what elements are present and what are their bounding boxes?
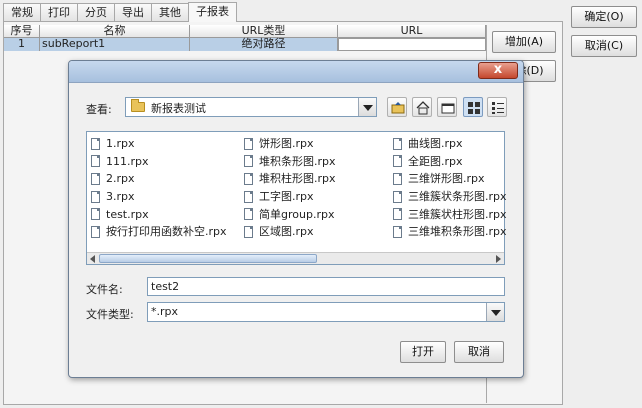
file-icon bbox=[91, 155, 100, 168]
list-item[interactable]: 堆积柱形图.rpx bbox=[244, 170, 336, 188]
file-icon bbox=[244, 137, 253, 150]
list-item[interactable]: 全距图.rpx bbox=[393, 153, 507, 171]
open-button[interactable]: 打开 bbox=[400, 341, 446, 363]
new-folder-icon bbox=[441, 103, 455, 114]
ok-button[interactable]: 确定(O) bbox=[571, 6, 637, 28]
look-in-label: 查看: bbox=[86, 103, 112, 116]
horizontal-scrollbar[interactable] bbox=[87, 252, 504, 264]
file-column-1: 1.rpx 111.rpx 2.rpx 3.rpx test.rpx 按行打印用… bbox=[91, 135, 227, 241]
list-item[interactable]: 堆积条形图.rpx bbox=[244, 153, 336, 171]
folder-icon bbox=[131, 99, 145, 112]
new-folder-button[interactable] bbox=[437, 97, 457, 117]
list-item[interactable]: 三维堆积条形图.rpx bbox=[393, 223, 507, 241]
list-item[interactable]: 区域图.rpx bbox=[244, 223, 336, 241]
file-icon bbox=[91, 208, 100, 221]
scroll-left-icon[interactable] bbox=[90, 255, 95, 263]
filetype-combo[interactable]: *.rpx bbox=[147, 302, 505, 322]
file-icon bbox=[91, 225, 100, 238]
tab-other[interactable]: 其他 bbox=[151, 3, 189, 22]
cell-name[interactable]: subReport1 bbox=[40, 38, 190, 51]
list-item[interactable]: 三维簇状条形图.rpx bbox=[393, 188, 507, 206]
file-icon bbox=[393, 155, 402, 168]
dialog-cancel-button[interactable]: 取消 bbox=[454, 341, 504, 363]
header-url[interactable]: URL bbox=[338, 25, 486, 38]
list-item[interactable]: 3.rpx bbox=[91, 188, 227, 206]
file-icon bbox=[244, 155, 253, 168]
cell-url-type[interactable]: 绝对路径 bbox=[190, 38, 338, 51]
table-row[interactable]: 1 subReport1 绝对路径 bbox=[4, 38, 486, 51]
look-in-value: 新报表测试 bbox=[151, 102, 206, 115]
list-item[interactable]: 饼形图.rpx bbox=[244, 135, 336, 153]
filetype-label: 文件类型: bbox=[86, 308, 134, 321]
tab-paging[interactable]: 分页 bbox=[77, 3, 115, 22]
file-icon bbox=[91, 190, 100, 203]
dialog-titlebar[interactable]: x bbox=[69, 61, 523, 83]
list-item[interactable]: 曲线图.rpx bbox=[393, 135, 507, 153]
home-icon bbox=[416, 101, 430, 115]
file-icon bbox=[393, 190, 402, 203]
up-folder-button[interactable] bbox=[387, 97, 407, 117]
list-item[interactable]: 简单group.rpx bbox=[244, 205, 336, 223]
close-icon[interactable]: x bbox=[478, 62, 518, 79]
tab-general[interactable]: 常规 bbox=[3, 3, 41, 22]
chevron-down-icon[interactable] bbox=[358, 98, 376, 116]
list-item[interactable]: 三维簇状柱形图.rpx bbox=[393, 205, 507, 223]
file-list[interactable]: 1.rpx 111.rpx 2.rpx 3.rpx test.rpx 按行打印用… bbox=[86, 131, 507, 265]
list-view-icon bbox=[468, 102, 480, 114]
tab-print[interactable]: 打印 bbox=[40, 3, 78, 22]
list-item[interactable]: 三维饼形图.rpx bbox=[393, 170, 507, 188]
look-in-combo[interactable]: 新报表测试 bbox=[125, 97, 377, 117]
filename-input[interactable]: test2 bbox=[147, 277, 505, 296]
list-item[interactable]: 111.rpx bbox=[91, 153, 227, 171]
list-item[interactable]: 工字图.rpx bbox=[244, 188, 336, 206]
list-item[interactable]: 按行打印用函数补空.rpx bbox=[91, 223, 227, 241]
file-icon bbox=[244, 225, 253, 238]
home-button[interactable] bbox=[412, 97, 432, 117]
cell-url[interactable] bbox=[338, 38, 486, 51]
details-view-button[interactable] bbox=[487, 97, 507, 117]
list-item[interactable]: 1.rpx bbox=[91, 135, 227, 153]
scrollbar-thumb[interactable] bbox=[99, 254, 317, 263]
tab-export[interactable]: 导出 bbox=[114, 3, 152, 22]
cell-index[interactable]: 1 bbox=[4, 38, 40, 51]
filename-label: 文件名: bbox=[86, 283, 123, 296]
file-icon bbox=[244, 172, 253, 185]
up-folder-icon bbox=[391, 102, 405, 114]
filetype-value: *.rpx bbox=[151, 305, 179, 318]
file-icon bbox=[393, 225, 402, 238]
file-icon bbox=[244, 190, 253, 203]
file-icon bbox=[91, 137, 100, 150]
file-column-2: 饼形图.rpx 堆积条形图.rpx 堆积柱形图.rpx 工字图.rpx 简单gr… bbox=[244, 135, 336, 241]
cancel-button[interactable]: 取消(C) bbox=[571, 35, 637, 57]
list-view-button[interactable] bbox=[463, 97, 483, 117]
list-item[interactable]: 2.rpx bbox=[91, 170, 227, 188]
add-button[interactable]: 增加(A) bbox=[492, 31, 556, 53]
details-view-icon bbox=[492, 102, 504, 114]
list-item[interactable]: test.rpx bbox=[91, 205, 227, 223]
file-icon bbox=[393, 208, 402, 221]
file-open-dialog: x 查看: 新报表测试 1.rpx 111.rpx 2.rpx 3.rpx te… bbox=[68, 60, 524, 378]
file-icon bbox=[91, 172, 100, 185]
tab-subreport[interactable]: 子报表 bbox=[188, 2, 237, 22]
subreport-table: 序号 名称 URL类型 URL 1 subReport1 绝对路径 bbox=[4, 25, 486, 51]
tab-strip: 常规 打印 分页 导出 其他 子报表 bbox=[3, 2, 237, 22]
file-icon bbox=[244, 208, 253, 221]
scroll-right-icon[interactable] bbox=[496, 255, 501, 263]
chevron-down-icon[interactable] bbox=[486, 303, 504, 321]
file-icon bbox=[393, 172, 402, 185]
file-icon bbox=[393, 137, 402, 150]
file-column-3: 曲线图.rpx 全距图.rpx 三维饼形图.rpx 三维簇状条形图.rpx 三维… bbox=[393, 135, 507, 241]
